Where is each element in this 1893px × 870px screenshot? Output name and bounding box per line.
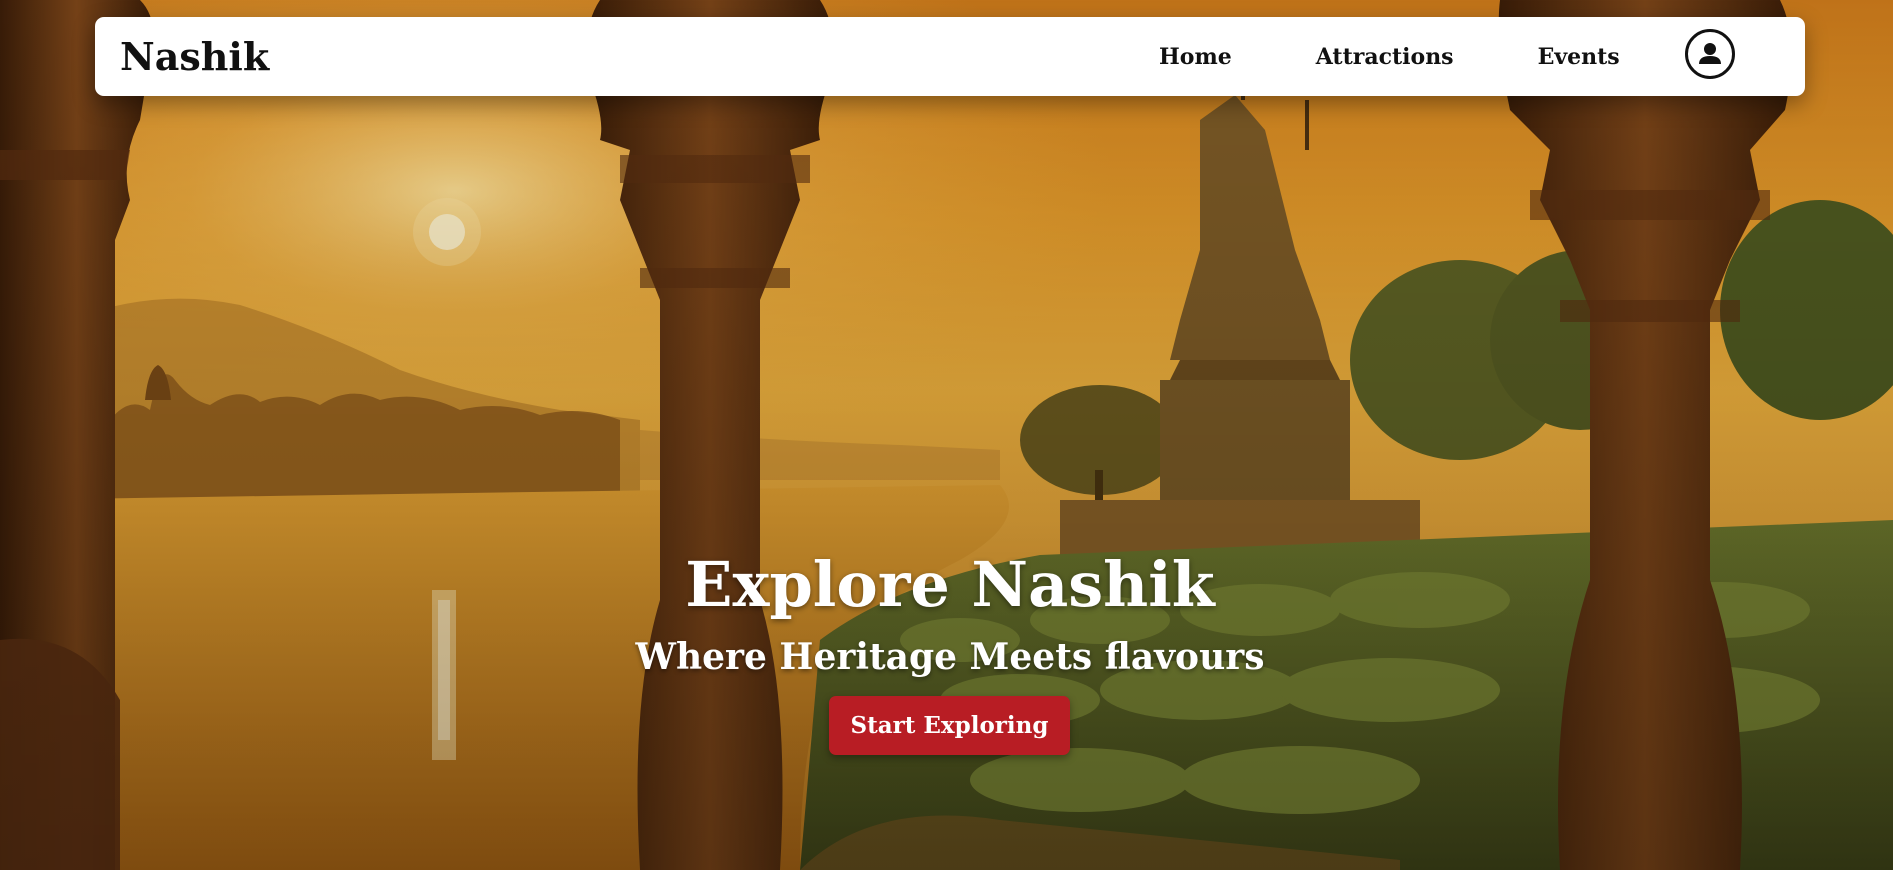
nav-link-events[interactable]: Events: [1538, 44, 1620, 70]
hero-subtitle: Where Heritage Meets flavours: [635, 636, 1265, 678]
page: Nashik Home Attractions Events Explore N…: [0, 0, 1893, 870]
nav-link-home[interactable]: Home: [1159, 44, 1232, 70]
profile-button[interactable]: [1685, 29, 1735, 79]
hero-title: Explore Nashik: [685, 548, 1215, 621]
user-icon: [1699, 43, 1721, 64]
nav-links: Home Attractions Events: [1159, 17, 1620, 96]
navbar: Nashik Home Attractions Events: [95, 17, 1805, 96]
nav-link-attractions[interactable]: Attractions: [1316, 44, 1454, 70]
start-exploring-button[interactable]: Start Exploring: [829, 696, 1070, 755]
brand-logo[interactable]: Nashik: [120, 17, 269, 96]
